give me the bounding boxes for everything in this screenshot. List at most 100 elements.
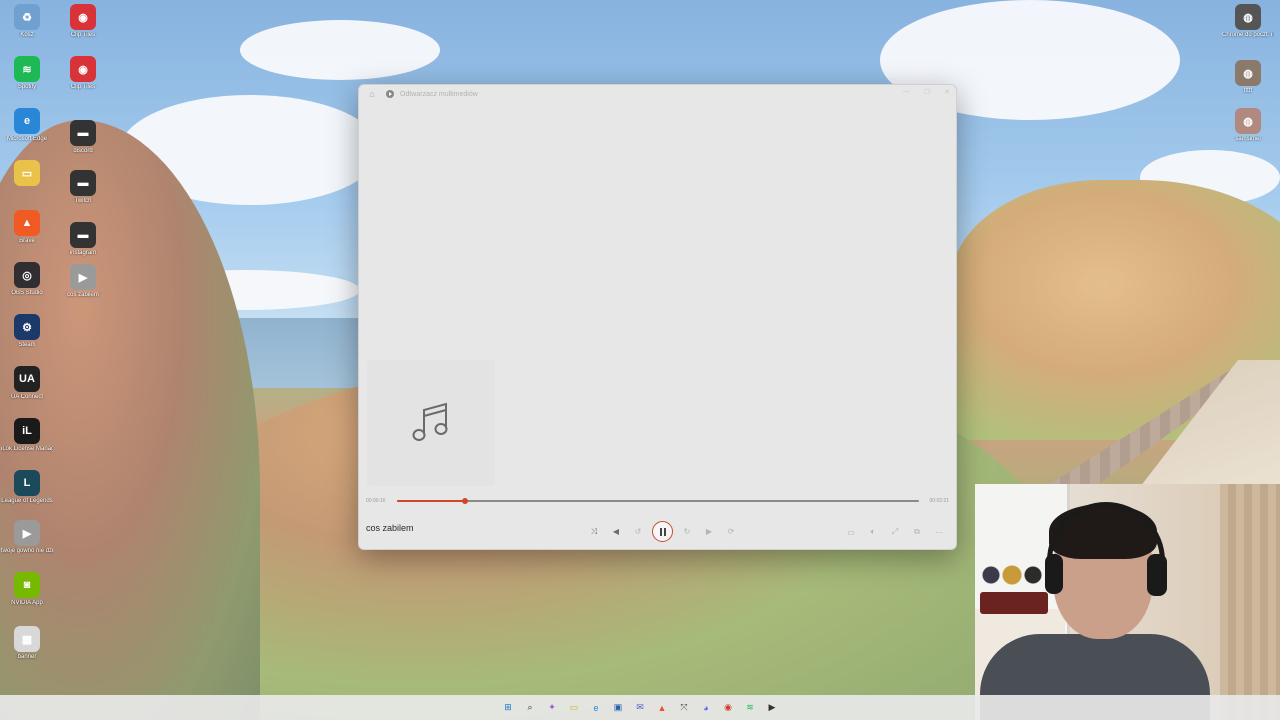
desktop-icon-label: Twitch	[74, 198, 92, 204]
desktop-icon[interactable]: ▭	[1, 160, 53, 188]
chrome-icon: ◉	[724, 702, 732, 712]
shortcut-icon: ▬	[70, 170, 96, 196]
more-button[interactable]: ⋯	[928, 523, 950, 541]
ua-icon: UA	[14, 366, 40, 392]
chrome-shortcut-icon: ◍	[1235, 4, 1261, 30]
maximize-button[interactable]: ☐	[924, 88, 930, 96]
desktop-icon[interactable]: ◍ Chrome do poczt. i ot... drugie okno	[1222, 4, 1274, 39]
playback-controls: ⤨ ◀ ↺ ↻ ▶ ⟳	[583, 521, 742, 542]
desktop-icon[interactable]: e Microsoft Edge	[1, 108, 53, 143]
recycle-bin-icon: ♻	[14, 4, 40, 30]
edge-taskbar-button[interactable]: e	[588, 699, 605, 716]
desktop-icon[interactable]: ◉ Clip Tiles	[57, 56, 109, 91]
desktop-icon[interactable]: ≋ Spotify	[1, 56, 53, 91]
window-controls: — ☐ ✕	[903, 88, 950, 96]
shuffle-button[interactable]: ⤨	[583, 523, 605, 541]
edge-icon: e	[593, 702, 599, 713]
desktop-icon[interactable]: L League of Legends	[1, 470, 53, 505]
teams-taskbar-button[interactable]: ✉	[632, 699, 649, 716]
extra-controls: ▭ 🔈︎ ⤢ ⧉ ⋯	[840, 523, 950, 541]
desktop-icon[interactable]: UA UA Connect	[1, 366, 53, 401]
album-art	[367, 360, 495, 486]
time-elapsed: 00:00:16	[366, 498, 386, 504]
media-player-window[interactable]: ⌂ Odtwarzacz multimediów — ☐ ✕ 00:00:16 …	[358, 84, 957, 550]
desktop-icon-label: cos zabilem	[67, 292, 99, 298]
previous-icon: ◀	[612, 527, 620, 536]
desktop-icon[interactable]: ◍ samsimel	[1222, 108, 1274, 143]
search-taskbar-button[interactable]: ⌕	[522, 699, 539, 716]
play-pause-button[interactable]	[652, 521, 673, 542]
edge-icon: e	[14, 108, 40, 134]
brave-taskbar-button[interactable]: ▲	[654, 699, 671, 716]
desktop-icon[interactable]: ♻ Kosz	[1, 4, 53, 39]
volume-button[interactable]: 🔈︎	[862, 523, 884, 541]
desktop-icon-label: Clip Tiles	[70, 32, 96, 38]
steam-icon: ⚙	[14, 314, 40, 340]
time-total: 00:02:21	[929, 498, 949, 504]
shuffle-icon: ⤨	[590, 526, 598, 536]
next-button[interactable]: ▶	[698, 523, 720, 541]
seek-bar[interactable]	[397, 498, 919, 504]
desktop-icon[interactable]: ⚙ Steam	[1, 314, 53, 349]
desktop-icon-label: Brave	[19, 238, 35, 244]
close-button[interactable]: ✕	[944, 88, 950, 96]
pinned-app-taskbar-button[interactable]: ⤧	[676, 699, 693, 716]
spotify-taskbar-button[interactable]: ≋	[742, 699, 759, 716]
media-player-icon: ▶	[768, 702, 776, 712]
webcam-headphone-left	[1045, 554, 1063, 594]
desktop-icon[interactable]: ▬ discord	[57, 120, 109, 155]
desktop-icon[interactable]: ◍ ttttt	[1222, 60, 1274, 95]
volume-icon: 🔈︎	[870, 527, 876, 536]
forward-30-icon: ↻	[683, 527, 691, 536]
rewind-button[interactable]: ↺	[627, 523, 649, 541]
start-taskbar-button[interactable]: ⊞	[500, 699, 517, 716]
cast-button[interactable]: ▭	[840, 523, 862, 541]
desktop-icon-label: OBS Studio	[11, 290, 43, 296]
app-red-icon: ◉	[70, 4, 96, 30]
desktop-icon[interactable]: ▬ Twitch	[57, 170, 109, 205]
repeat-button[interactable]: ⟳	[720, 523, 742, 541]
desktop-icon-label: discord	[73, 148, 93, 154]
desktop-icon[interactable]: ◙ NVIDIA App	[1, 572, 53, 607]
desktop-icon[interactable]: ▦ banner	[1, 626, 53, 661]
miniplayer-button[interactable]: ⧉	[906, 523, 928, 541]
pinned-app-icon: ⤧	[680, 702, 688, 712]
desktop-icon[interactable]: iL iLok License Manager	[1, 418, 53, 453]
cast-icon: ▭	[847, 527, 855, 537]
app-red-icon: ◉	[70, 56, 96, 82]
shortcut-icon: ▬	[70, 222, 96, 248]
desktop-icon[interactable]: ▬ instagram	[57, 222, 109, 257]
desktop-icon-label: ttttt	[1243, 88, 1253, 94]
desktop-icon[interactable]: ▶ cos zabilem	[57, 264, 109, 299]
music-note-icon	[412, 402, 448, 441]
webcam-radio	[980, 592, 1048, 614]
seek-bar-thumb[interactable]	[461, 498, 468, 504]
desktop-icon-label: Clip Tiles	[70, 84, 96, 90]
miniplayer-icon: ⧉	[914, 527, 920, 536]
teams-icon: ✉	[636, 702, 644, 712]
file-explorer-taskbar-button[interactable]: ▭	[566, 699, 583, 716]
copilot-icon: ✦	[548, 702, 556, 712]
copilot-taskbar-button[interactable]: ✦	[544, 699, 561, 716]
image-file-icon: ▦	[14, 626, 40, 652]
desktop-icon[interactable]: ▶ twoje gowno nie dziala	[1, 520, 53, 555]
previous-button[interactable]: ◀	[605, 523, 627, 541]
desktop-icon[interactable]: ◎ OBS Studio	[1, 262, 53, 297]
desktop-icon[interactable]: ◉ Clip Tiles	[57, 4, 109, 39]
fullscreen-button[interactable]: ⤢	[884, 523, 906, 541]
forward-button[interactable]: ↻	[676, 523, 698, 541]
store-taskbar-button[interactable]: ▣	[610, 699, 627, 716]
chrome-taskbar-button[interactable]: ◉	[720, 699, 737, 716]
file-explorer-icon: ▭	[569, 702, 579, 712]
title-bar[interactable]: ⌂ Odtwarzacz multimediów — ☐ ✕	[359, 85, 956, 103]
home-icon[interactable]: ⌂	[366, 88, 378, 100]
media-file-icon: ▶	[14, 520, 40, 546]
desktop-icon-label: samsimel	[1235, 136, 1261, 142]
desktop-icon[interactable]: ▲ Brave	[1, 210, 53, 245]
discord-taskbar-button[interactable]: ◕	[698, 699, 715, 716]
minimize-button[interactable]: —	[903, 88, 910, 96]
media-player-taskbar-button[interactable]: ▶	[764, 699, 781, 716]
desktop-icon-label: Chrome do poczt. i ot... drugie okno	[1222, 32, 1274, 38]
desktop-icon-label: iLok License Manager	[1, 446, 53, 452]
search-icon: ⌕	[527, 702, 533, 712]
